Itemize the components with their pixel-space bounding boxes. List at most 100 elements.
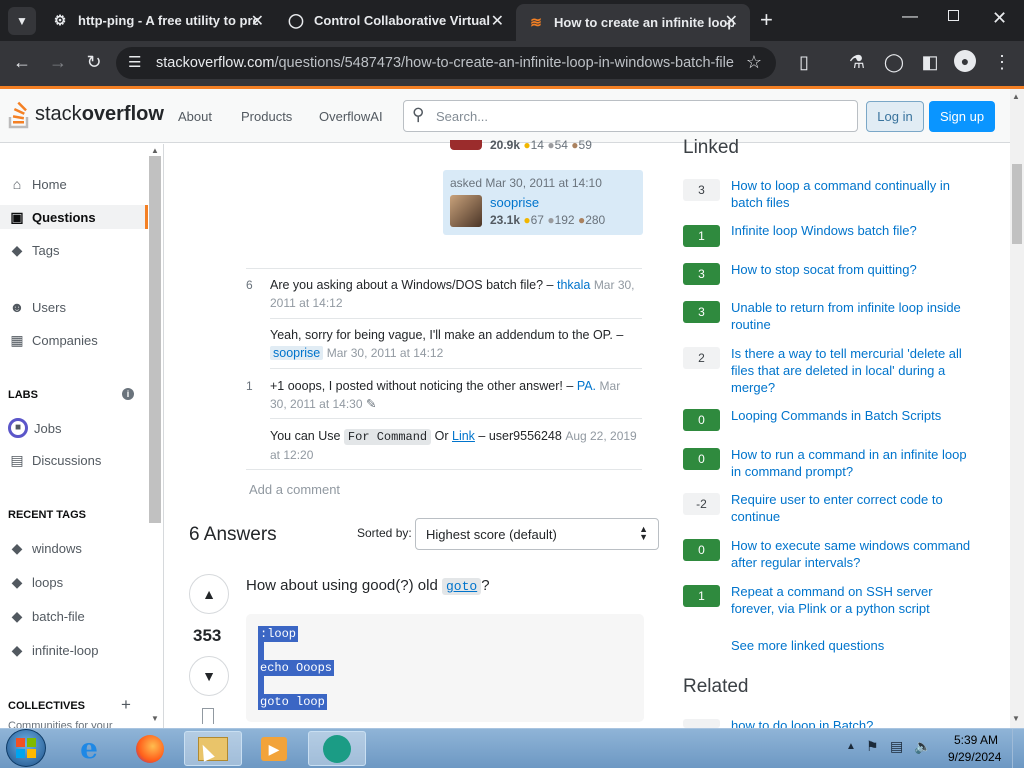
sidebar-item-tags[interactable]: ◆ Tags xyxy=(8,242,60,259)
new-tab-icon[interactable]: + xyxy=(760,7,773,33)
file-explorer-icon[interactable] xyxy=(184,731,242,766)
address-bar[interactable]: ☰ stackoverflow.com/questions/5487473/ho… xyxy=(116,47,776,79)
site-info-icon[interactable]: ☰ xyxy=(128,53,141,71)
volume-muted-icon[interactable]: 🔈 xyxy=(914,738,931,755)
browser-tab-3[interactable]: ≋ How to create an infinite loop ✕ xyxy=(516,4,750,41)
upvote-button[interactable]: ▲ xyxy=(189,574,229,614)
see-more-linked-link[interactable]: See more linked questions xyxy=(731,637,979,654)
linked-question-link[interactable]: Require user to enter correct code to co… xyxy=(731,491,979,525)
linked-score: 1 xyxy=(683,585,720,607)
close-tab-icon[interactable]: ✕ xyxy=(251,11,264,31)
scroll-up-arrow-icon[interactable]: ▲ xyxy=(1012,92,1020,101)
clock-date[interactable]: 9/29/2024 xyxy=(948,750,1001,764)
page-scrollbar-thumb[interactable] xyxy=(1012,164,1022,244)
comment-user-link[interactable]: thkala xyxy=(557,278,590,292)
firefox-icon[interactable] xyxy=(121,731,179,766)
sidebar-item-questions[interactable]: ▣ Questions xyxy=(0,205,148,229)
close-tab-icon[interactable]: ✕ xyxy=(491,11,504,31)
bookmark-star-icon[interactable]: ☆ xyxy=(742,52,766,73)
scroll-up-arrow-icon[interactable]: ▲ xyxy=(151,146,159,155)
asker-name-link[interactable]: sooprise xyxy=(490,195,539,210)
page-scrollbar[interactable] xyxy=(1010,89,1024,728)
add-collective-icon[interactable]: + xyxy=(121,695,131,715)
site-logo[interactable]: stack overflow xyxy=(8,99,164,129)
forward-icon[interactable]: → xyxy=(46,52,70,73)
extensions-icon[interactable]: ▯ xyxy=(792,52,816,73)
sidebar-item-jobs[interactable]: ■ Jobs xyxy=(8,418,61,438)
browser-tab-2[interactable]: ◯ Control Collaborative Virtual M ✕ xyxy=(276,0,516,41)
stackoverflow-logo-icon xyxy=(8,99,32,129)
linked-question-link[interactable]: How to stop socat from quitting? xyxy=(731,261,979,278)
recent-tag-infinite-loop[interactable]: ◆ infinite-loop xyxy=(8,642,99,659)
nav-overflowai[interactable]: OverflowAI xyxy=(319,109,383,124)
search-input[interactable]: ⚲ Search... xyxy=(403,100,858,132)
code-line: goto loop xyxy=(258,694,327,710)
linked-question-link[interactable]: How to loop a command continually in bat… xyxy=(731,177,979,211)
nav-products[interactable]: Products xyxy=(241,109,292,124)
comment-link[interactable]: Link xyxy=(452,429,475,443)
nav-about[interactable]: About xyxy=(178,109,212,124)
url-path: /questions/5487473/how-to-create-an-infi… xyxy=(274,55,734,71)
downvote-button[interactable]: ▼ xyxy=(189,656,229,696)
gear-icon: ⚙ xyxy=(53,12,67,28)
restore-icon[interactable] xyxy=(948,10,959,21)
profile-icon[interactable]: ● xyxy=(954,50,976,72)
linked-score: 2 xyxy=(683,347,720,369)
add-comment-link[interactable]: Add a comment xyxy=(249,482,340,497)
comment-user-link[interactable]: sooprise xyxy=(270,346,324,360)
recent-tag-batch-file[interactable]: ◆ batch-file xyxy=(8,608,85,625)
windows-start-icon[interactable] xyxy=(6,729,46,767)
media-player-icon[interactable]: ▶ xyxy=(245,731,303,766)
sidebar-scrollbar[interactable] xyxy=(149,156,161,523)
linked-question-link[interactable]: Unable to return from infinite loop insi… xyxy=(731,299,979,333)
sidebar-item-discussions[interactable]: ▤ Discussions xyxy=(8,452,101,469)
comment: +1 ooops, I posted without noticing the … xyxy=(270,379,621,411)
search-placeholder: Search... xyxy=(436,108,489,124)
action-center-flag-icon[interactable]: ⚑ xyxy=(866,738,879,755)
recent-tag-loops[interactable]: ◆ loops xyxy=(8,574,63,591)
home-icon: ⌂ xyxy=(12,176,22,192)
login-button[interactable]: Log in xyxy=(866,101,924,132)
menu-icon[interactable]: ⋮ xyxy=(990,52,1014,73)
close-tab-icon[interactable]: ✕ xyxy=(725,11,738,31)
internet-explorer-icon[interactable]: e xyxy=(60,731,118,766)
linked-question-link[interactable]: Is there a way to tell mercurial 'delete… xyxy=(731,345,979,396)
comment-user-link[interactable]: PA. xyxy=(577,379,596,393)
side-panel-icon[interactable]: ◧ xyxy=(918,52,942,73)
signup-button[interactable]: Sign up xyxy=(929,101,995,132)
stackoverflow-icon: ≋ xyxy=(530,14,542,30)
app-icon[interactable] xyxy=(308,731,366,766)
labs-flask-icon[interactable]: ⚗ xyxy=(845,52,869,73)
sidebar-item-users[interactable]: ☻ Users xyxy=(8,299,66,315)
clock-time[interactable]: 5:39 AM xyxy=(954,733,998,747)
linked-question-link[interactable]: How to execute same windows command afte… xyxy=(731,537,979,571)
tag-icon: ◆ xyxy=(11,242,23,258)
browser-tab-1[interactable]: ⚙ http-ping - A free utility to pro ✕ xyxy=(40,0,276,41)
tab-search-button[interactable]: ▼ xyxy=(8,7,36,35)
bookmark-icon[interactable] xyxy=(202,708,214,724)
sidebar-item-home[interactable]: ⌂ Home xyxy=(8,176,67,192)
recent-tag-windows[interactable]: ◆ windows xyxy=(8,540,82,557)
editor-avatar[interactable] xyxy=(450,140,482,150)
related-question-link[interactable]: how to do loop in Batch? xyxy=(731,717,979,728)
sort-select[interactable]: Highest score (default) ▲ ▼ xyxy=(415,518,659,550)
show-desktop-button[interactable] xyxy=(1012,729,1024,768)
network-icon[interactable]: ▤ xyxy=(890,738,903,755)
asker-avatar[interactable] xyxy=(450,195,482,227)
show-hidden-icons[interactable]: ▲ xyxy=(846,741,856,752)
close-window-icon[interactable]: ✕ xyxy=(992,8,1007,29)
info-icon[interactable]: i xyxy=(122,388,134,400)
download-icon[interactable]: ◯ xyxy=(882,52,906,73)
goto-code-link[interactable]: goto xyxy=(441,578,482,595)
linked-question-link[interactable]: How to run a command in an infinite loop… xyxy=(731,446,979,480)
linked-question-link[interactable]: Looping Commands in Batch Scripts xyxy=(731,407,979,424)
reload-icon[interactable]: ↻ xyxy=(82,52,106,73)
scroll-down-arrow-icon[interactable]: ▼ xyxy=(151,714,159,723)
linked-question-link[interactable]: Repeat a command on SSH server forever, … xyxy=(731,583,979,617)
sidebar-item-companies[interactable]: ▦ Companies xyxy=(8,332,97,349)
logo-text-stack: stack xyxy=(35,102,82,125)
back-icon[interactable]: ← xyxy=(10,52,34,73)
scroll-down-arrow-icon[interactable]: ▼ xyxy=(1012,714,1020,723)
minimize-icon[interactable]: — xyxy=(902,8,918,26)
linked-question-link[interactable]: Infinite loop Windows batch file? xyxy=(731,222,979,239)
